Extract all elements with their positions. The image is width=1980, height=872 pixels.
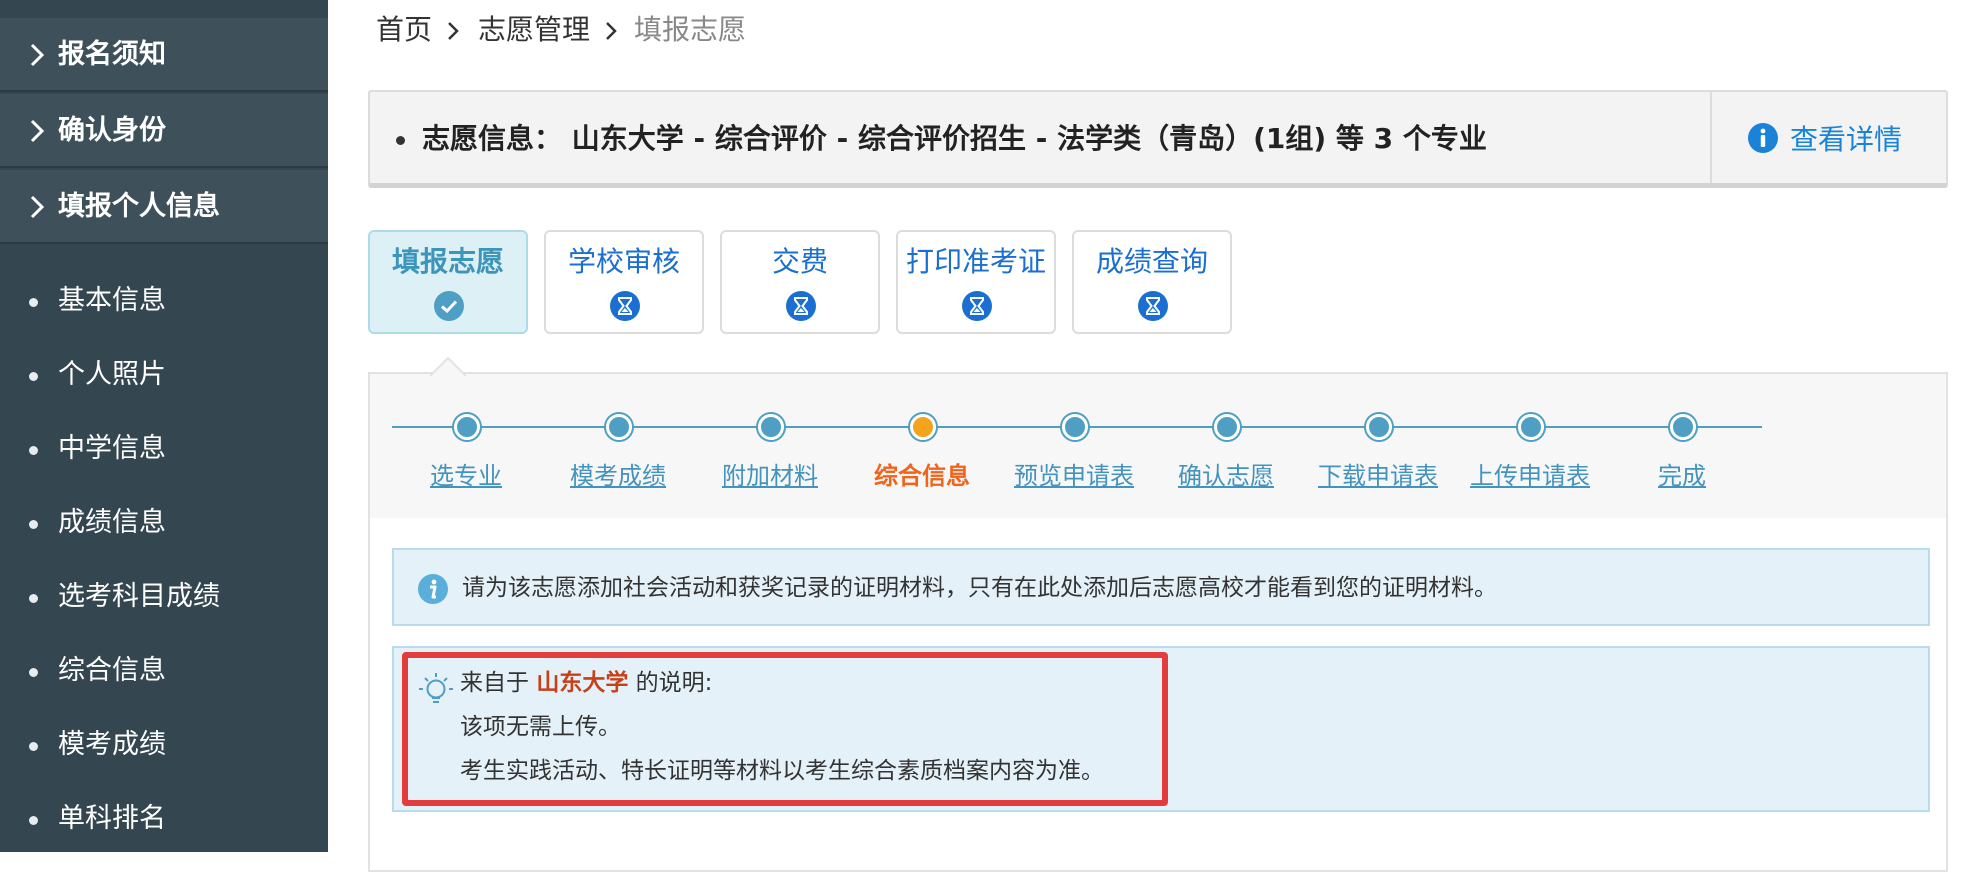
sidebar-item-subject-ranking[interactable]: 单科排名	[0, 790, 328, 850]
chevron-right-icon	[606, 22, 617, 40]
sidebar: 报名须知 确认身份 填报个人信息 基本信息 个人照片 中学信息 成绩信息 选考科…	[0, 0, 328, 852]
tab-fill-volunteer[interactable]: 填报志愿	[368, 230, 528, 334]
highlight-frame	[402, 652, 1168, 806]
sidebar-section-personal-info[interactable]: 填报个人信息	[0, 170, 328, 244]
notice-box: 请为该志愿添加社会活动和获奖记录的证明材料，只有在此处添加后志愿高校才能看到您的…	[392, 548, 1930, 626]
view-details-link[interactable]: 查看详情	[1748, 116, 1902, 160]
sidebar-item-label: 模考成绩	[58, 729, 166, 760]
step-dot	[1670, 414, 1696, 440]
volunteer-info-bar: 志愿信息： 山东大学 - 综合评价 - 综合评价招生 - 法学类（青岛）(1组)…	[368, 90, 1948, 188]
dot-icon	[29, 372, 38, 381]
chevron-right-icon	[448, 22, 459, 40]
step-dot	[758, 414, 784, 440]
sidebar-item-photo[interactable]: 个人照片	[0, 346, 328, 406]
hourglass-icon	[786, 291, 816, 321]
sidebar-section-label: 填报个人信息	[58, 191, 220, 222]
hourglass-icon	[610, 291, 640, 321]
step-select-major[interactable]: 选专业	[430, 460, 502, 492]
step-dot	[1214, 414, 1240, 440]
hourglass-icon	[1138, 291, 1168, 321]
breadcrumb-current: 填报志愿	[634, 13, 747, 46]
tab-pointer	[430, 356, 466, 376]
check-circle-icon	[434, 291, 464, 321]
sidebar-item-score-info[interactable]: 成绩信息	[0, 494, 328, 554]
sidebar-item-basic-info[interactable]: 基本信息	[0, 272, 328, 332]
tab-score-query[interactable]: 成绩查询	[1072, 230, 1232, 334]
view-details-label: 查看详情	[1790, 123, 1903, 156]
tab-label: 打印准考证	[905, 245, 1046, 278]
info-icon	[1748, 123, 1778, 153]
step-confirm-volunteer[interactable]: 确认志愿	[1178, 460, 1274, 492]
sidebar-item-school-info[interactable]: 中学信息	[0, 420, 328, 480]
dot-icon	[29, 446, 38, 455]
step-dot	[454, 414, 480, 440]
sidebar-item-elective-scores[interactable]: 选考科目成绩	[0, 568, 328, 628]
steps-strip	[370, 374, 1946, 518]
tab-payment[interactable]: 交费	[720, 230, 880, 334]
sidebar-item-label: 综合信息	[58, 655, 166, 686]
volunteer-info-text: 志愿信息： 山东大学 - 综合评价 - 综合评价招生 - 法学类（青岛）(1组)…	[422, 122, 1487, 155]
step-download-application[interactable]: 下载申请表	[1318, 460, 1438, 492]
dot-icon	[29, 668, 38, 677]
step-upload-application[interactable]: 上传申请表	[1470, 460, 1590, 492]
sidebar-item-label: 成绩信息	[58, 507, 166, 538]
breadcrumb-volunteer-management[interactable]: 志愿管理	[478, 12, 590, 48]
sidebar-item-label: 选考科目成绩	[58, 581, 220, 612]
sidebar-section-label: 报名须知	[58, 39, 166, 70]
step-attachments[interactable]: 附加材料	[722, 460, 818, 492]
sidebar-item-mock-scores[interactable]: 模考成绩	[0, 716, 328, 776]
breadcrumb-home[interactable]: 首页	[376, 12, 432, 48]
dot-icon	[29, 742, 38, 751]
step-finish[interactable]: 完成	[1658, 460, 1706, 492]
step-mock-scores[interactable]: 模考成绩	[570, 460, 666, 492]
dot-icon	[29, 594, 38, 603]
step-dot	[1062, 414, 1088, 440]
sidebar-section-confirm-identity[interactable]: 确认身份	[0, 94, 328, 168]
tab-label: 成绩查询	[1095, 245, 1208, 278]
tab-label: 交费	[771, 245, 828, 278]
dot-icon	[29, 816, 38, 825]
hourglass-icon	[962, 291, 992, 321]
dot-icon	[29, 520, 38, 529]
dot-icon	[396, 136, 405, 145]
tab-label: 学校审核	[567, 245, 680, 278]
step-preview-application[interactable]: 预览申请表	[1014, 460, 1134, 492]
chevron-right-icon	[30, 195, 45, 219]
sidebar-item-label: 基本信息	[58, 285, 166, 316]
chevron-right-icon	[30, 119, 45, 143]
tab-print-admission-ticket[interactable]: 打印准考证	[896, 230, 1056, 334]
sidebar-item-comprehensive-info[interactable]: 综合信息	[0, 642, 328, 702]
step-dot	[606, 414, 632, 440]
sidebar-item-label: 单科排名	[58, 803, 166, 834]
chevron-right-icon	[30, 43, 45, 67]
sidebar-item-label: 个人照片	[58, 359, 166, 390]
divider	[1710, 92, 1712, 183]
notice-text: 请为该志愿添加社会活动和获奖记录的证明材料，只有在此处添加后志愿高校才能看到您的…	[462, 575, 1497, 601]
sidebar-section-label: 确认身份	[58, 115, 166, 146]
step-dot	[1518, 414, 1544, 440]
step-comprehensive-info: 综合信息	[874, 462, 970, 490]
step-dot-current	[910, 414, 936, 440]
sidebar-item-label: 中学信息	[58, 433, 166, 464]
sidebar-section-registration-notice[interactable]: 报名须知	[0, 18, 328, 92]
info-icon	[418, 574, 448, 604]
tab-school-review[interactable]: 学校审核	[544, 230, 704, 334]
dot-icon	[29, 298, 38, 307]
tab-label: 填报志愿	[391, 245, 504, 278]
step-dot	[1366, 414, 1392, 440]
